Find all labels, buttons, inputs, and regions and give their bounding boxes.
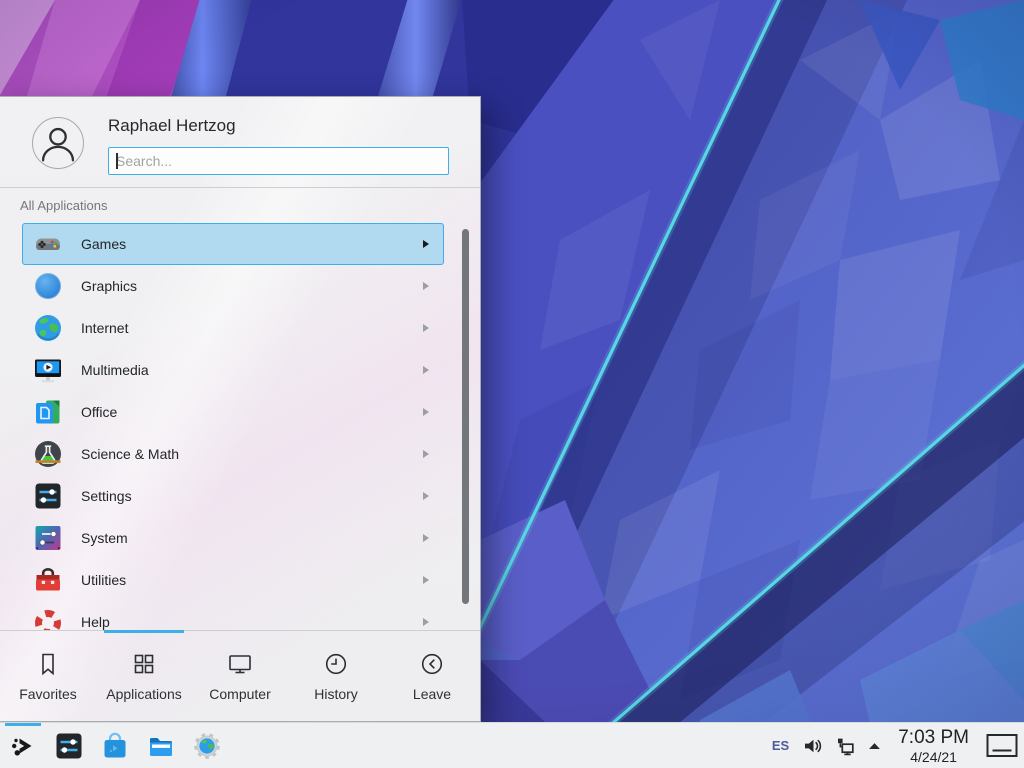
category-label: Internet [81, 320, 128, 336]
tab-label: Computer [209, 686, 270, 702]
category-label: Office [81, 404, 117, 420]
system-settings-button[interactable] [54, 731, 84, 761]
utilities-icon [33, 565, 63, 595]
kde-launcher-button[interactable] [8, 731, 38, 761]
submenu-arrow-icon [423, 450, 429, 458]
multimedia-icon [33, 355, 63, 385]
category-label: Graphics [81, 278, 137, 294]
dolphin-button[interactable] [146, 731, 176, 761]
submenu-arrow-icon [423, 324, 429, 332]
category-label: Help [81, 614, 110, 630]
submenu-arrow-icon [423, 366, 429, 374]
category-list: Games Graphics [0, 223, 480, 630]
submenu-arrow-icon [423, 240, 429, 248]
system-settings-icon [54, 731, 84, 761]
tab-label: Favorites [19, 686, 77, 702]
user-name: Raphael Hertzog [108, 116, 236, 136]
launcher-header: Raphael Hertzog [0, 97, 480, 188]
science-icon [33, 439, 63, 469]
clock-time: 7:03 PM [898, 728, 969, 747]
internet-icon [33, 313, 63, 343]
clock-date: 4/24/21 [910, 750, 957, 764]
taskbar-panel: ES [0, 722, 1024, 768]
tab-favorites[interactable]: Favorites [0, 631, 96, 721]
category-internet[interactable]: Internet [22, 307, 444, 349]
konqueror-icon [192, 731, 222, 761]
graphics-icon [33, 271, 63, 301]
discover-button[interactable] [100, 731, 130, 761]
category-utilities[interactable]: Utilities [22, 559, 444, 601]
tab-label: History [314, 686, 358, 702]
search-box [108, 147, 449, 175]
history-icon [323, 651, 349, 677]
network-icon[interactable] [835, 736, 855, 756]
volume-icon[interactable] [802, 736, 822, 756]
category-science-math[interactable]: Science & Math [22, 433, 444, 475]
show-desktop-button[interactable] [986, 733, 1018, 758]
settings-icon [33, 481, 63, 511]
system-tray: ES [772, 728, 1024, 764]
submenu-arrow-icon [423, 618, 429, 626]
tab-label: Leave [413, 686, 451, 702]
kde-launcher-icon [8, 731, 38, 761]
expand-tray-arrow-icon[interactable] [868, 741, 881, 750]
tab-history[interactable]: History [288, 631, 384, 721]
desktop: Raphael Hertzog All Applications [0, 0, 1024, 768]
list-scrollbar[interactable] [462, 229, 469, 604]
dolphin-icon [146, 731, 176, 761]
tab-leave[interactable]: Leave [384, 631, 480, 721]
submenu-arrow-icon [423, 534, 429, 542]
category-label: System [81, 530, 128, 546]
category-label: Utilities [81, 572, 126, 588]
leave-icon [419, 651, 445, 677]
discover-icon [100, 731, 130, 761]
system-icon [33, 523, 63, 553]
category-label: Science & Math [81, 446, 179, 462]
user-icon [33, 118, 83, 168]
konqueror-button[interactable] [192, 731, 222, 761]
category-games[interactable]: Games [22, 223, 444, 265]
category-label: Games [81, 236, 126, 252]
submenu-arrow-icon [423, 576, 429, 584]
category-label: Settings [81, 488, 132, 504]
category-settings[interactable]: Settings [22, 475, 444, 517]
category-multimedia[interactable]: Multimedia [22, 349, 444, 391]
submenu-arrow-icon [423, 408, 429, 416]
text-caret [116, 153, 118, 169]
tab-applications[interactable]: Applications [96, 631, 192, 721]
category-system[interactable]: System [22, 517, 444, 559]
section-label: All Applications [20, 198, 107, 213]
category-graphics[interactable]: Graphics [22, 265, 444, 307]
category-office[interactable]: Office [22, 391, 444, 433]
tab-label: Applications [106, 686, 182, 702]
computer-icon [227, 651, 253, 677]
application-launcher-menu: Raphael Hertzog All Applications [0, 96, 481, 722]
submenu-arrow-icon [423, 492, 429, 500]
category-label: Multimedia [81, 362, 149, 378]
games-icon [33, 229, 63, 259]
submenu-arrow-icon [423, 282, 429, 290]
help-icon [33, 607, 63, 630]
keyboard-layout-indicator[interactable]: ES [772, 738, 789, 753]
favorites-icon [35, 651, 61, 677]
user-avatar[interactable] [32, 117, 84, 169]
tab-computer[interactable]: Computer [192, 631, 288, 721]
category-help[interactable]: Help [22, 601, 444, 630]
digital-clock[interactable]: 7:03 PM 4/24/21 [898, 728, 969, 764]
search-input[interactable] [108, 147, 449, 175]
applications-icon [131, 651, 157, 677]
taskbar-apps [0, 731, 222, 761]
office-icon [33, 397, 63, 427]
launcher-tabbar: Favorites Applications C [0, 631, 480, 721]
